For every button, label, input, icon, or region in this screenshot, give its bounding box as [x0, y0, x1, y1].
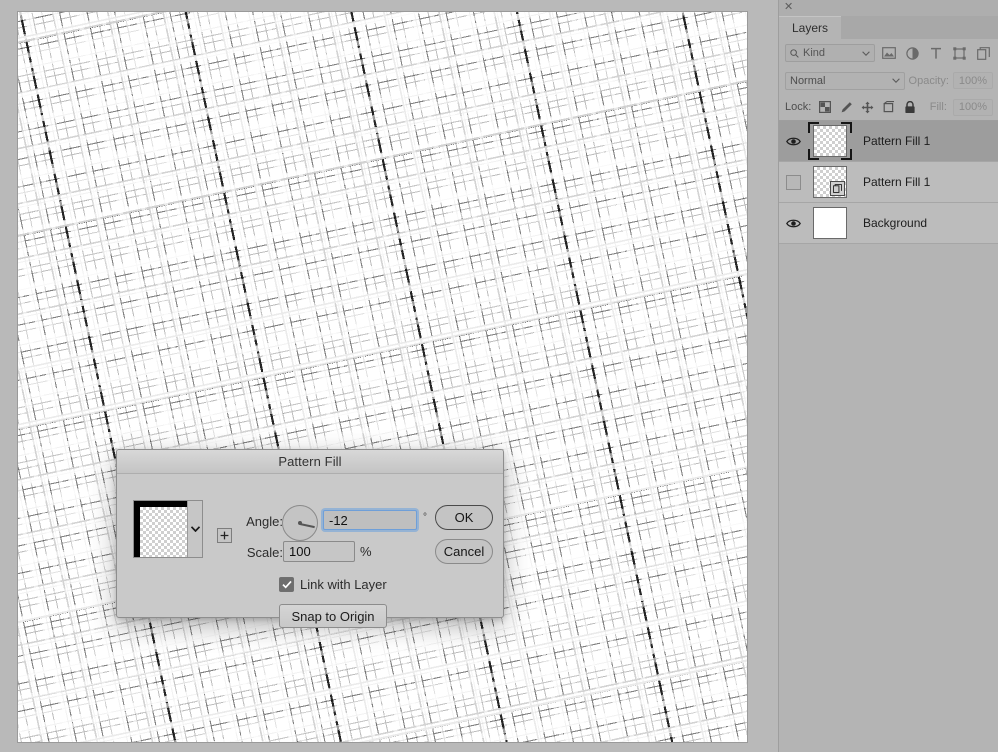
opacity-field[interactable]: 100%: [953, 72, 993, 89]
document-workspace: Pattern Fill: [0, 0, 778, 752]
dialog-title: Pattern Fill: [278, 454, 341, 469]
lock-all-icon[interactable]: [901, 98, 919, 116]
angle-dial[interactable]: [282, 505, 318, 541]
angle-dial-needle: [300, 523, 315, 528]
lock-position-icon[interactable]: [858, 98, 876, 116]
smart-object-badge-icon: [830, 181, 845, 196]
chevron-down-icon[interactable]: [187, 501, 202, 557]
pattern-dash-mask-b: [18, 12, 747, 742]
image-filter-icon[interactable]: [879, 43, 899, 63]
link-with-layer-label: Link with Layer: [300, 577, 387, 592]
pattern-picker[interactable]: [133, 500, 203, 558]
panel-tab-bar: Layers: [779, 16, 998, 39]
scale-unit-label: %: [360, 544, 372, 559]
layer-thumbnail-wrap: [807, 162, 853, 202]
blend-mode-row: Normal Opacity: 100%: [779, 67, 998, 94]
lock-transparency-icon[interactable]: [816, 98, 834, 116]
smart-object-filter-icon[interactable]: [973, 43, 993, 63]
scale-combo[interactable]: [283, 541, 355, 562]
scale-label: Scale:: [237, 545, 283, 560]
dialog-titlebar: Pattern Fill: [117, 450, 503, 474]
fill-value: 100%: [959, 101, 987, 113]
angle-input[interactable]: [323, 510, 417, 530]
tab-layers-label: Layers: [792, 21, 828, 35]
link-with-layer-checkbox[interactable]: [279, 577, 294, 592]
canvas-pattern-fill: [18, 12, 747, 742]
layer-thumbnail-wrap: [807, 203, 853, 243]
lock-artboard-icon[interactable]: [880, 98, 898, 116]
filter-kind-label: Kind: [803, 47, 858, 59]
search-icon: [790, 49, 799, 58]
table-row[interactable]: Background: [779, 203, 998, 244]
filter-kind-select[interactable]: Kind: [785, 44, 875, 62]
eye-off-icon[interactable]: [786, 175, 801, 190]
chevron-down-icon: [892, 78, 900, 83]
fill-field[interactable]: 100%: [953, 99, 993, 116]
add-pattern-icon[interactable]: [217, 528, 232, 543]
lock-image-icon[interactable]: [837, 98, 855, 116]
tab-bar-filler: [841, 16, 998, 39]
pattern-fill-thumbnail-with-mask[interactable]: [813, 125, 847, 157]
pattern-swatch-thumbnail[interactable]: [134, 501, 187, 557]
angle-dial-hub: [298, 521, 302, 525]
layers-panel: ✕ Layers Kind: [778, 0, 998, 752]
pattern-fill-dialog: Pattern Fill: [116, 449, 504, 618]
cancel-button[interactable]: Cancel: [435, 539, 493, 564]
shape-filter-icon[interactable]: [950, 43, 970, 63]
app-window: Pattern Fill: [0, 0, 998, 752]
blend-mode-value: Normal: [790, 75, 892, 87]
fill-label: Fill:: [930, 101, 947, 113]
degree-unit-label: °: [423, 512, 427, 523]
table-row[interactable]: Pattern Fill 1: [779, 121, 998, 162]
lock-label: Lock:: [785, 101, 811, 113]
dialog-body: Angle: ° Scale: %: [117, 474, 503, 617]
layer-visibility-toggle[interactable]: [779, 162, 807, 202]
layer-thumbnail-wrap: [807, 121, 853, 161]
eye-icon: [786, 136, 801, 147]
close-icon[interactable]: ✕: [784, 2, 793, 13]
table-row[interactable]: Pattern Fill 1: [779, 162, 998, 203]
layer-filter-row: Kind: [779, 39, 998, 67]
angle-label: Angle:: [237, 514, 283, 529]
layer-visibility-toggle[interactable]: [779, 203, 807, 243]
adjustment-filter-icon[interactable]: [903, 43, 923, 63]
layer-visibility-toggle[interactable]: [779, 121, 807, 161]
opacity-value: 100%: [959, 75, 987, 87]
layer-list: Pattern Fill 1: [779, 121, 998, 244]
ok-button[interactable]: OK: [435, 505, 493, 530]
layer-name: Pattern Fill 1: [863, 175, 930, 189]
panel-topbar: ✕: [779, 0, 998, 16]
blend-mode-select[interactable]: Normal: [785, 72, 905, 90]
checkmark-icon: [282, 580, 292, 589]
link-with-layer-row[interactable]: Link with Layer: [279, 577, 387, 592]
layer-name: Pattern Fill 1: [863, 134, 930, 148]
chevron-down-icon: [862, 51, 870, 56]
snap-to-origin-button[interactable]: Snap to Origin: [279, 604, 387, 628]
pattern-fill-thumbnail-smart-object[interactable]: [813, 166, 847, 198]
eye-icon: [786, 218, 801, 229]
white-background-thumbnail[interactable]: [813, 207, 847, 239]
layer-name: Background: [863, 216, 927, 230]
document-canvas[interactable]: [18, 12, 747, 742]
type-filter-icon[interactable]: [926, 43, 946, 63]
opacity-label: Opacity:: [909, 75, 949, 87]
lock-row: Lock:: [779, 94, 998, 121]
tab-layers[interactable]: Layers: [779, 16, 841, 39]
